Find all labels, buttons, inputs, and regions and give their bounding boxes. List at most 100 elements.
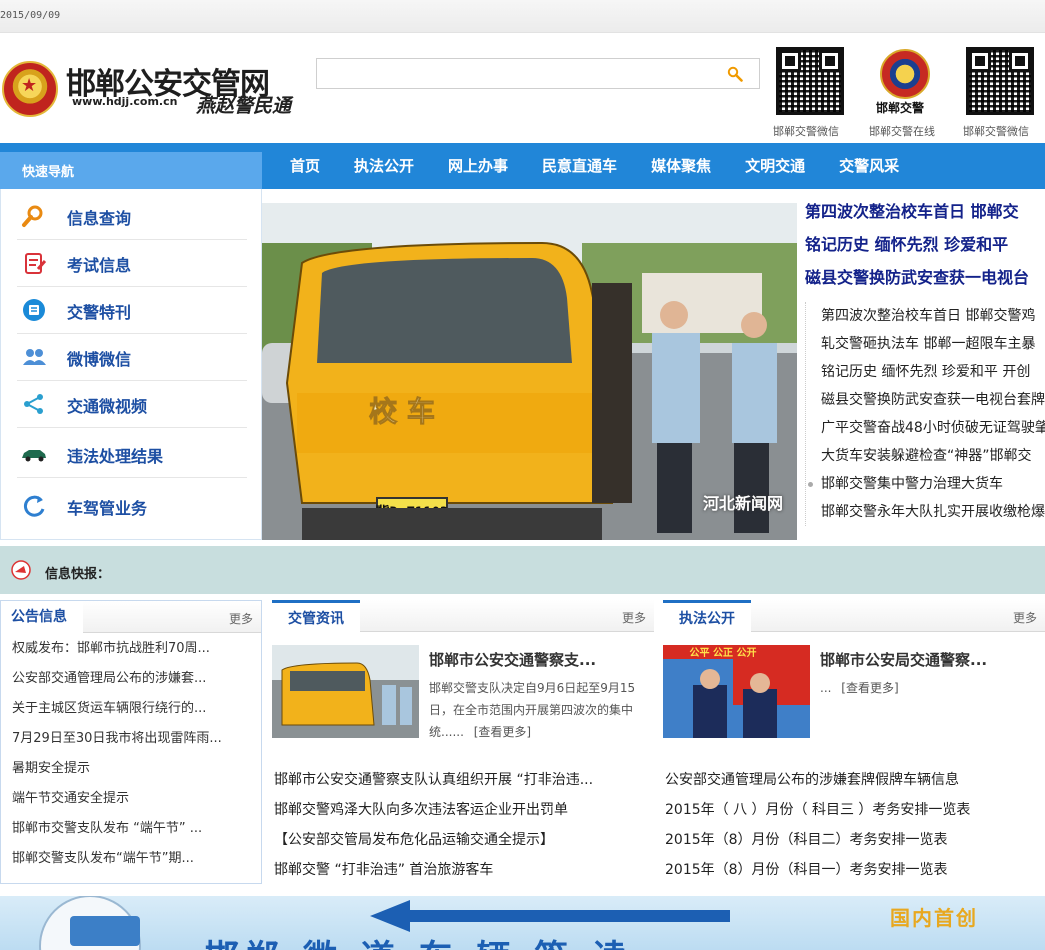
qr-code-icon [966,47,1034,115]
list-item[interactable]: 2015年（8）月份（科目二）考务安排一览表 [665,825,1041,855]
side-item-violation-results[interactable]: 违法处理结果 [17,431,247,478]
search-box [316,58,760,89]
panel-title[interactable]: 公告信息 [1,601,83,633]
traffic-news-panel: 交管资讯 更多 邯郸市公安交通警察支... 邯郸交警支队决定自9月6日起至9月1… [272,600,654,884]
national-emblem-icon [2,61,58,117]
megaphone-icon [11,560,31,580]
ticker-label: 信息快报： [45,567,111,582]
list-item[interactable]: 关于主城区货运车辆限行绕行的... [12,694,256,724]
list-item[interactable]: 7月29日至30日我市将出现雷阵雨... [12,724,256,754]
feature-description: ... [查看更多] [820,677,1030,699]
share-icon [24,394,43,414]
exam-icon [25,253,47,274]
feature-image[interactable]: 公平 公正 公开 [663,645,810,738]
quick-nav-label: 快速导航 [0,152,262,189]
news-watermark: 河北新闻网 [702,494,783,513]
side-item-info-query[interactable]: 信息查询 [17,193,247,240]
side-item-weibo-wechat[interactable]: 微博微信 [17,334,247,381]
side-item-label: 交警特刊 [67,303,132,322]
date-text: 2015/09/09 [0,10,61,21]
side-item-label: 考试信息 [67,256,132,275]
list-item[interactable]: 公安部交通管理局公布的涉嫌套牌假牌车辆信息 [665,765,1041,795]
qr-code-icon [776,47,844,115]
list-item[interactable]: 暑期安全提示 [12,754,256,784]
notice-panel: 公告信息 更多 权威发布：邯郸市抗战胜利70周... 公安部交通管理局公布的涉嫌… [0,600,262,884]
panel-header: 执法公开 更多 [663,600,1045,632]
banner-tag: 国内首创 [890,906,978,930]
view-more-link[interactable]: [查看更多] [474,725,531,739]
list-item[interactable]: 邯郸交警 “打非治违” 首治旅游客车 [274,855,650,885]
bus-sign: 校 车 [369,395,435,428]
car-icon [22,450,46,462]
users-icon [23,349,46,365]
list-item[interactable]: 第四波次整治校车首日 邯郸交警鸡 [806,302,1045,330]
panel-title[interactable]: 交管资讯 [272,600,360,632]
list-item[interactable]: 广平交警奋战48小时侦破无证驾驶肇 [806,414,1045,442]
nav-item-public-opinion[interactable]: 民意直通车 [528,143,631,189]
qr-caption[interactable]: 邯郸交警在线 [869,123,935,139]
side-item-label: 微博微信 [67,350,132,369]
nav-item-civil-traffic[interactable]: 文明交通 [731,143,819,189]
list-item[interactable]: 邯郸交警鸡泽大队向多次违法客运企业开出罚单 [274,795,650,825]
feature-text: ... [820,681,832,695]
list-item[interactable]: 邯郸市交警支队发布 “端午节” ... [12,814,256,844]
list-item[interactable]: 邯郸交警支队发布“端午节”期... [12,844,256,874]
headline-link[interactable]: 铭记历史 缅怀先烈 珍爱和平 [805,231,1045,264]
qr-caption: 邯郸交警微信 [963,125,1029,138]
list-item[interactable]: 端午节交通安全提示 [12,784,256,814]
side-news-list: 第四波次整治校车首日 邯郸交警鸡 轧交警砸执法车 邯郸一超限车主暴 铭记历史 缅… [805,302,1045,526]
journal-icon [23,299,45,321]
side-item-exam-info[interactable]: 考试信息 [17,240,247,287]
panel-title[interactable]: 执法公开 [663,600,751,632]
list-item[interactable]: 轧交警砸执法车 邯郸一超限车主暴 [806,330,1045,358]
hero-image[interactable]: 冀D Z1102 校 车 河北新闻网 [262,203,797,540]
list-item[interactable]: 大货车安装躲避检查“神器”邯郸交 [806,442,1045,470]
search-icon [22,205,43,227]
panel-header: 公告信息 更多 [1,601,261,633]
nav-item-law-enforcement[interactable]: 执法公开 [340,143,428,189]
list-item[interactable]: 邯郸交警永年大队扎实开展收缴枪爆 [806,498,1045,526]
list-item[interactable]: 【公安部交管局发布危化品运输交通全提示】 [274,825,650,855]
feature-title[interactable]: 邯郸市公安交通警察支... [429,649,654,670]
feature-description: 邯郸交警支队决定自9月6日起至9月15日，在全市范围内开展第四波次的集中统...… [429,677,639,743]
more-link[interactable]: 更多 [622,609,646,626]
side-item-special-issue[interactable]: 交警特刊 [17,287,247,334]
feature-image[interactable] [272,645,419,738]
more-link[interactable]: 更多 [1013,609,1037,626]
nav-item-media[interactable]: 媒体聚焦 [637,143,725,189]
side-item-micro-video[interactable]: 交通微视频 [17,381,247,428]
feature-title[interactable]: 邯郸市公安局交通警察... [820,649,1045,670]
bottom-banner[interactable]: 邯郸 微 道 车 辆 签 读 国内首创 [0,896,1045,950]
search-input[interactable] [321,63,711,85]
nav-item-home[interactable]: 首页 [262,143,334,189]
police-badge-icon[interactable] [880,49,930,99]
notice-list: 权威发布：邯郸市抗战胜利70周... 公安部交通管理局公布的涉嫌套... 关于主… [12,634,256,874]
list-item[interactable]: 邯郸交警集中警力治理大货车 [806,470,1045,498]
search-icon[interactable] [727,66,743,82]
list-item[interactable]: 权威发布：邯郸市抗战胜利70周... [12,634,256,664]
news-ticker: 信息快报： [0,546,1045,594]
list-item[interactable]: 邯郸市公安交通警察支队认真组织开展 “打非治违... [274,765,650,795]
site-slogan: 燕赵警民通 [196,95,292,117]
side-item-label: 信息查询 [67,209,132,228]
site-header: 邯郸公安交管网 www.hdjj.com.cn 燕赵警民通 邯郸交警微信 邯郸交… [0,33,1045,143]
more-link[interactable]: 更多 [229,610,253,627]
side-item-vehicle-license[interactable]: 车驾管业务 [17,483,247,530]
list-item[interactable]: 公安部交通管理局公布的涉嫌套... [12,664,256,694]
list-item[interactable]: 2015年（8）月份（科目一）考务安排一览表 [665,855,1041,885]
view-more-link[interactable]: [查看更多] [841,681,898,695]
main-nav: 首页 执法公开 网上办事 民意直通车 媒体聚焦 文明交通 交警风采 [262,143,919,189]
list-item[interactable]: 铭记历史 缅怀先烈 珍爱和平 开创 [806,358,1045,386]
nav-item-online-services[interactable]: 网上办事 [434,143,522,189]
news-list: 邯郸市公安交通警察支队认真组织开展 “打非治违... 邯郸交警鸡泽大队向多次违法… [274,765,650,885]
feature-image-text: 公平 公正 公开 [690,647,757,659]
headline-link[interactable]: 磁县交警换防武安查获一电视台 [805,264,1045,297]
list-item[interactable]: 磁县交警换防武安查获一电视台套牌 [806,386,1045,414]
law-list: 公安部交通管理局公布的涉嫌套牌假牌车辆信息 2015年（ 八 ）月份（ 科目三 … [665,765,1041,885]
nav-item-police-style[interactable]: 交警风采 [825,143,913,189]
police-badge-label: 邯郸交警 [876,101,925,115]
list-item[interactable]: 2015年（ 八 ）月份（ 科目三 ）考务安排一览表 [665,795,1041,825]
headline-link[interactable]: 第四波次整治校车首日 邯郸交 [805,198,1045,231]
side-item-label: 交通微视频 [67,397,148,416]
side-menu: 信息查询 考试信息 交警特刊 微博微信 交通微视频 违法处理结果 车驾管业务 [0,189,262,540]
